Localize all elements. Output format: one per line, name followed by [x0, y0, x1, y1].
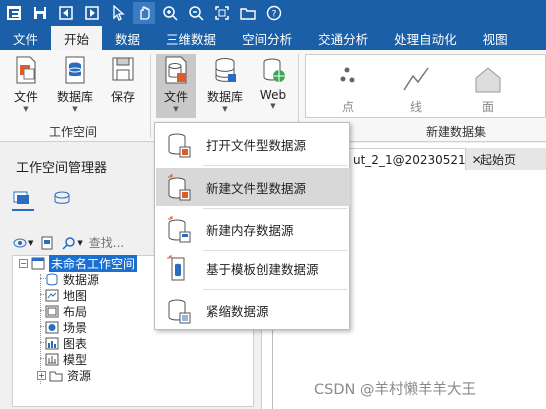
zoom-out-icon[interactable] — [185, 2, 207, 24]
save-icon[interactable] — [29, 2, 51, 24]
tree-item-models[interactable]: 模型 — [45, 351, 87, 367]
new-file-datasource-icon — [168, 174, 191, 201]
region-dataset-button[interactable]: 面 — [458, 55, 518, 117]
full-extent-icon[interactable] — [211, 2, 233, 24]
pointer-icon[interactable] — [107, 2, 129, 24]
tab-start[interactable]: 开始 — [51, 26, 103, 50]
tree-root-workspace[interactable]: − 未命名工作空间 — [19, 254, 138, 272]
chevron-down-icon: ▼ — [222, 105, 228, 113]
file-datasource-dropdown: 打开文件型数据源 新建文件型数据源 新建内存数据源 基于模板创建数据源 紧缩数据… — [154, 122, 350, 330]
properties-button[interactable] — [39, 236, 55, 250]
scene-icon — [45, 321, 59, 333]
tab-file[interactable]: 文件 — [0, 26, 51, 50]
expand-icon[interactable]: + — [37, 370, 46, 380]
file-icon — [16, 56, 36, 84]
line-dataset-button[interactable]: 线 — [386, 55, 446, 117]
tree-item-resources[interactable]: + 资源 — [37, 367, 91, 383]
workspace-group-label: 工作空间 — [49, 125, 98, 139]
document-tab-map[interactable]: ut_2_1@20230521 ✕ — [336, 148, 482, 170]
folder-icon[interactable] — [237, 2, 259, 24]
back-icon[interactable] — [55, 2, 77, 24]
properties-icon — [41, 236, 53, 250]
point-dataset-button[interactable]: 点 — [318, 55, 378, 117]
region-dataset-icon — [475, 67, 501, 93]
tab-view[interactable]: 视图 — [470, 26, 521, 50]
datasource-web-button[interactable]: Web ▼ — [256, 54, 290, 118]
workspace-tab[interactable] — [12, 189, 34, 211]
pan-hand-icon[interactable] — [133, 2, 155, 24]
title-bar: ? — [0, 0, 546, 26]
map-icon — [45, 289, 59, 301]
collapse-icon[interactable]: − — [19, 258, 28, 268]
tab-spatial-analysis[interactable]: 空间分析 — [229, 26, 305, 50]
save-disk-icon — [112, 57, 134, 81]
workspace-file-button[interactable]: 文件 ▼ — [8, 54, 44, 118]
new-memory-datasource-icon — [168, 216, 191, 243]
menu-separator — [203, 289, 347, 290]
tree-item-layouts[interactable]: 布局 — [45, 303, 87, 319]
dataset-gallery: 点 线 面 — [305, 54, 546, 118]
chevron-down-icon: ▼ — [28, 239, 34, 247]
tab-automation[interactable]: 处理自动化 — [381, 26, 470, 50]
svg-text:?: ? — [272, 10, 277, 20]
database-datasource-icon — [215, 58, 236, 82]
tab-data[interactable]: 数据 — [102, 26, 153, 50]
datasource-file-button[interactable]: 文件 ▼ — [156, 54, 196, 118]
menu-new-file-datasource[interactable]: 新建文件型数据源 — [156, 168, 350, 206]
layers-icon — [54, 191, 70, 204]
panel-title: 工作空间管理器 — [16, 161, 108, 176]
web-datasource-icon — [263, 58, 285, 82]
ribbon-tabs: 文件 开始 数据 三维数据 空间分析 交通分析 处理自动化 视图 — [0, 26, 546, 50]
menu-template-datasource[interactable]: 基于模板创建数据源 — [156, 249, 350, 287]
datasource-icon — [46, 273, 58, 285]
file-datasource-icon — [165, 56, 187, 84]
chart-icon — [45, 337, 59, 349]
database-icon — [65, 56, 85, 84]
tree-item-scenes[interactable]: 场景 — [45, 319, 87, 335]
ribbon-separator — [150, 54, 151, 138]
view-options-button[interactable]: ▼ — [12, 236, 33, 250]
menu-new-memory-datasource[interactable]: 新建内存数据源 — [156, 210, 350, 248]
model-icon — [45, 353, 59, 365]
app-logo-icon[interactable] — [3, 2, 25, 24]
workspace-save-button[interactable]: 保存 — [106, 54, 140, 118]
workspace-database-button[interactable]: 数据库 ▼ — [52, 54, 98, 118]
chevron-down-icon: ▼ — [77, 239, 83, 247]
chevron-down-icon: ▼ — [173, 105, 179, 113]
tab-3d-data[interactable]: 三维数据 — [153, 26, 229, 50]
menu-separator — [203, 208, 347, 209]
point-dataset-icon — [340, 67, 355, 83]
layer-tab[interactable] — [52, 189, 74, 211]
layout-icon — [45, 305, 59, 317]
datasource-database-button[interactable]: 数据库 ▼ — [202, 54, 248, 118]
tab-traffic-analysis[interactable]: 交通分析 — [305, 26, 381, 50]
watermark: CSDN @羊村懒羊羊大王 — [314, 382, 476, 398]
search-options-button[interactable]: ▼ — [61, 236, 83, 250]
compact-datasource-icon — [168, 299, 191, 324]
dataset-group-label: 新建数据集 — [426, 125, 487, 139]
menu-compact-datasource[interactable]: 紧缩数据源 — [156, 291, 350, 329]
menu-separator — [203, 165, 347, 166]
line-dataset-icon — [403, 67, 429, 91]
tree-item-maps[interactable]: 地图 — [45, 287, 87, 303]
search-input[interactable] — [88, 236, 149, 250]
chevron-down-icon: ▼ — [23, 105, 29, 113]
tree-item-datasources[interactable]: 数据源 — [45, 271, 99, 287]
chevron-down-icon: ▼ — [72, 105, 78, 113]
workspace-tree-icon — [13, 191, 29, 204]
open-file-datasource-icon — [168, 133, 191, 158]
resource-folder-icon — [49, 371, 63, 381]
menu-open-file-datasource[interactable]: 打开文件型数据源 — [156, 125, 350, 163]
chevron-down-icon: ▼ — [270, 102, 276, 110]
zoom-in-icon[interactable] — [159, 2, 181, 24]
tree-item-charts[interactable]: 图表 — [45, 335, 87, 351]
search-icon — [62, 237, 76, 250]
eye-icon — [13, 238, 27, 248]
help-icon[interactable]: ? — [263, 2, 285, 24]
forward-icon[interactable] — [81, 2, 103, 24]
workspace-icon — [31, 257, 45, 269]
document-tab-start-page[interactable]: 起始页 — [480, 148, 540, 170]
template-datasource-icon — [167, 255, 185, 281]
